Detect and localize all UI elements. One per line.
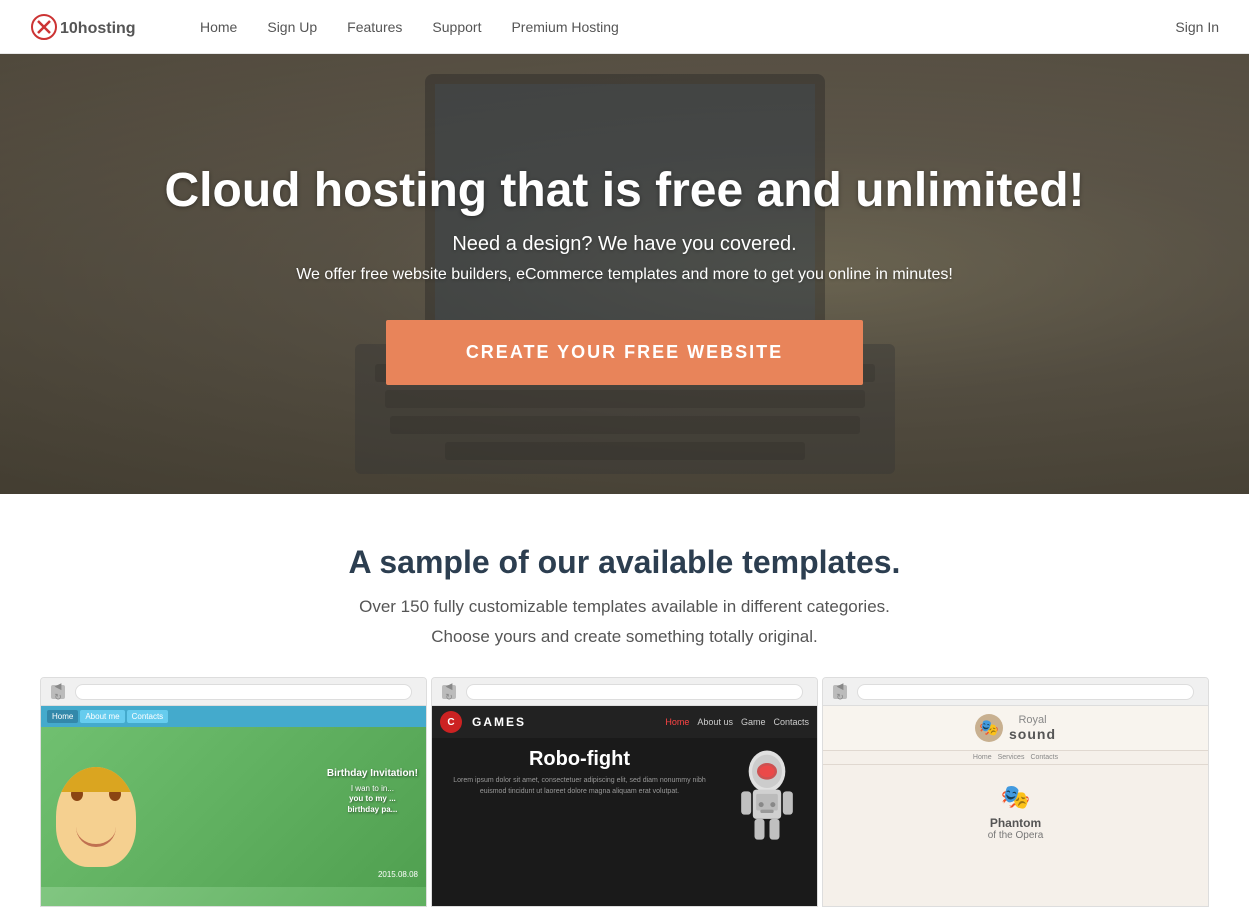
- games-preview-content: C GAMES Home About us Game Contacts Robo…: [432, 706, 817, 906]
- nav-premium[interactable]: Premium Hosting: [511, 19, 618, 35]
- templates-title: A sample of our available templates.: [40, 544, 1209, 581]
- games-lorem-text: Lorem ipsum dolor sit amet, consectetuer…: [442, 776, 717, 797]
- templates-subtitle: Over 150 fully customizable templates av…: [40, 597, 1209, 617]
- browser-bar-royal: ◀ ↻: [823, 678, 1208, 706]
- royal-nav-home[interactable]: Home: [973, 754, 992, 761]
- templates-subtitle2: Choose yours and create something totall…: [40, 627, 1209, 647]
- browser-url-birthday: [75, 684, 412, 700]
- templates-section: A sample of our available templates. Ove…: [0, 494, 1249, 907]
- birthday-overlay-text: Birthday Invitation! I wan to in... you …: [327, 767, 418, 815]
- royal-brand: Royal sound: [1009, 714, 1056, 742]
- games-logo: C: [440, 711, 462, 733]
- birthday-date: 2015.08.08: [378, 870, 418, 879]
- birthday-nav-about[interactable]: About me: [80, 710, 124, 723]
- games-links: Home About us Game Contacts: [665, 717, 809, 727]
- royal-mask-decoration: 🎭: [1001, 783, 1031, 812]
- logo[interactable]: 10hosting: [30, 10, 160, 44]
- royal-nav-contacts[interactable]: Contacts: [1030, 754, 1058, 761]
- birthday-preview-content: Home About me Contacts: [41, 706, 426, 906]
- birthday-nav: Home About me Contacts: [41, 706, 426, 727]
- games-brand: GAMES: [472, 715, 526, 729]
- games-nav: C GAMES Home About us Game Contacts: [432, 706, 817, 738]
- royal-header: 🎭 Royal sound: [823, 706, 1208, 751]
- royal-content: 🎭 Phantom of the Opera: [823, 765, 1208, 849]
- hero-section: Cloud hosting that is free and unlimited…: [0, 54, 1249, 494]
- royal-logo-icon: 🎭: [975, 714, 1003, 742]
- browser-bar-birthday: ◀ ↻: [41, 678, 426, 706]
- games-hero-title: Robo-fight: [442, 748, 717, 770]
- browser-bar-games: ◀ ↻: [432, 678, 817, 706]
- royal-preview-content: 🎭 Royal sound Home Services Contacts 🎭: [823, 706, 1208, 906]
- browser-nav-left: ◀ ↻: [51, 685, 65, 699]
- navbar: 10hosting Home Sign Up Features Support …: [0, 0, 1249, 54]
- template-preview-birthday[interactable]: ◀ ↻ Home About me Contacts: [40, 677, 427, 907]
- hero-content: Cloud hosting that is free and unlimited…: [125, 163, 1125, 384]
- create-website-button[interactable]: CREATE YOUR FREE WEBSITE: [386, 320, 863, 385]
- royal-brand-main: sound: [1009, 726, 1056, 742]
- hero-description: We offer free website builders, eCommerc…: [165, 266, 1085, 284]
- games-robot-illustration: [727, 748, 807, 848]
- hero-title: Cloud hosting that is free and unlimited…: [165, 163, 1085, 218]
- template-previews-row: ◀ ↻ Home About me Contacts: [40, 677, 1209, 907]
- browser-nav-left-royal: ◀ ↻: [833, 685, 847, 699]
- games-content: Robo-fight Lorem ipsum dolor sit amet, c…: [432, 738, 817, 858]
- template-preview-royal[interactable]: ◀ ↻ 🎭 Royal sound Home Services Contacts: [822, 677, 1209, 907]
- royal-phantom-title: Phantom of the Opera: [988, 816, 1044, 841]
- browser-nav-left-games: ◀ ↻: [442, 685, 456, 699]
- royal-brand-sub: Royal: [1009, 714, 1056, 726]
- birthday-nav-contacts[interactable]: Contacts: [127, 710, 169, 723]
- royal-center: 🎭 Phantom of the Opera: [831, 773, 1200, 841]
- games-nav-game[interactable]: Game: [741, 717, 766, 727]
- browser-url-royal: [857, 684, 1194, 700]
- games-nav-contacts[interactable]: Contacts: [773, 717, 809, 727]
- games-nav-about[interactable]: About us: [697, 717, 733, 727]
- games-text-area: Robo-fight Lorem ipsum dolor sit amet, c…: [442, 748, 717, 848]
- template-preview-games[interactable]: ◀ ↻ C GAMES Home About us Game Contacts: [431, 677, 818, 907]
- signin-link[interactable]: Sign In: [1175, 19, 1219, 35]
- nav-features[interactable]: Features: [347, 19, 402, 35]
- nav-links: Home Sign Up Features Support Premium Ho…: [200, 19, 1175, 35]
- games-nav-home[interactable]: Home: [665, 717, 689, 727]
- royal-nav-services[interactable]: Services: [998, 754, 1025, 761]
- birthday-nav-home[interactable]: Home: [47, 710, 78, 723]
- royal-nav: Home Services Contacts: [823, 751, 1208, 765]
- nav-support[interactable]: Support: [432, 19, 481, 35]
- nav-home[interactable]: Home: [200, 19, 237, 35]
- browser-url-games: [466, 684, 803, 700]
- svg-text:10hosting: 10hosting: [60, 20, 136, 37]
- hero-subtitle: Need a design? We have you covered.: [165, 233, 1085, 256]
- nav-signup[interactable]: Sign Up: [267, 19, 317, 35]
